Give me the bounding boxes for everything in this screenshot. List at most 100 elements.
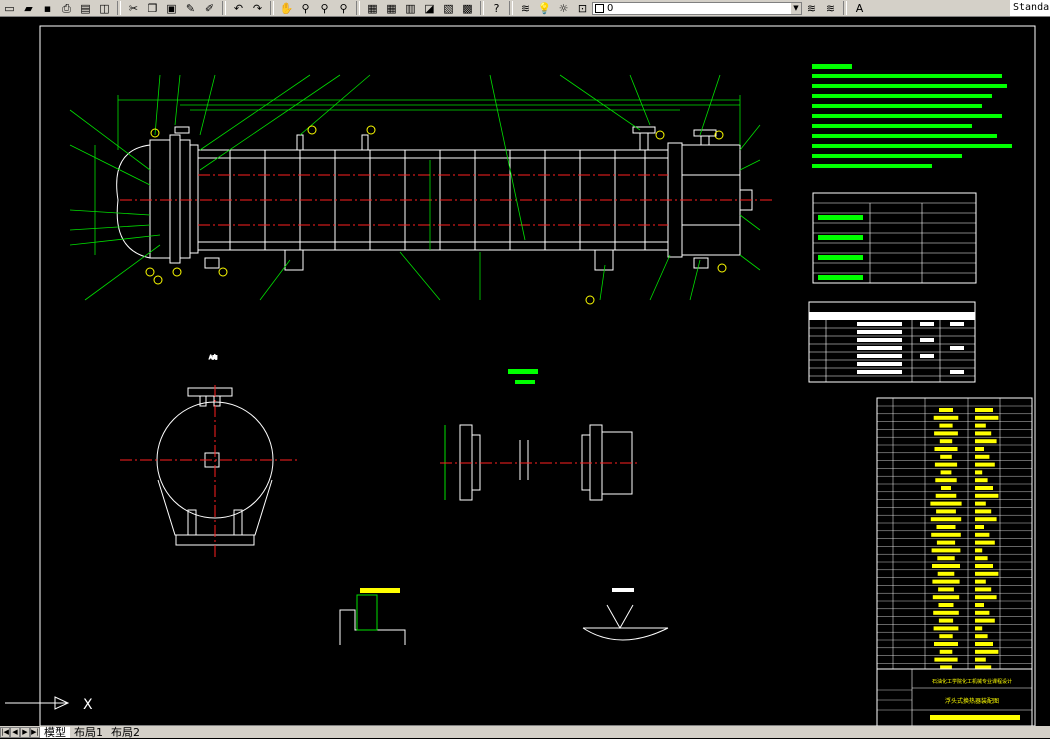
markup-icon[interactable]: ▧ [440, 1, 457, 16]
parts-list-cell [941, 486, 951, 490]
parts-list-cell [938, 603, 954, 607]
new-icon[interactable]: ▭ [1, 1, 18, 16]
last-tab-icon[interactable]: ▶| [30, 726, 40, 738]
parts-list-cell [975, 517, 997, 522]
parts-list-cell [934, 657, 958, 662]
toolbar-separator [270, 1, 274, 15]
parts-list-cell [975, 509, 992, 514]
tool-palettes-icon[interactable]: ▥ [402, 1, 419, 16]
text-style-dropdown[interactable]: Standard [1010, 0, 1050, 16]
layer-previous-icon[interactable]: ≋ [822, 1, 839, 16]
design-center-icon[interactable]: ▦ [383, 1, 400, 16]
saddle-support-left [284, 249, 304, 271]
parts-list-cell [975, 408, 993, 412]
parts-list-cell [975, 626, 983, 631]
parts-list-cell [933, 626, 959, 631]
parts-list-cell [939, 423, 953, 428]
parts-list-cell [937, 571, 955, 576]
tab-layout2[interactable]: 布局2 [107, 727, 144, 738]
parts-list-cell [931, 548, 961, 553]
left-head [116, 144, 151, 259]
parts-list-cell [975, 587, 992, 592]
parts-list-cell [975, 486, 993, 490]
technical-notes [812, 64, 1012, 168]
parts-list-cell [934, 447, 958, 451]
save-icon[interactable]: ▪ [39, 1, 56, 16]
parts-list-cell [975, 447, 984, 451]
nozzle-table [808, 301, 976, 383]
prev-tab-icon[interactable]: ◀ [10, 726, 20, 738]
svg-text:A向: A向 [209, 354, 217, 361]
parts-list-cell [975, 657, 986, 662]
chevron-down-icon[interactable]: ▼ [791, 2, 801, 14]
left-flange [169, 134, 181, 264]
parts-list-cell [975, 532, 990, 537]
preview-icon[interactable]: ▤ [77, 1, 94, 16]
drawing-canvas[interactable]: 石油化工学院化工机械专业课程设计 浮头式换热器装配图 A向 X [0, 17, 1050, 727]
parts-list-cell [975, 556, 988, 561]
match-properties-icon[interactable]: ✎ [182, 1, 199, 16]
text-style-icon[interactable]: A [851, 1, 868, 16]
parts-list-cell [975, 470, 983, 475]
toolbar-separator [509, 1, 513, 15]
properties-icon[interactable]: ▦ [364, 1, 381, 16]
parts-list-cell [938, 587, 954, 592]
print-icon[interactable]: ⎙ [58, 1, 75, 16]
tab-model[interactable]: 模型 [40, 726, 70, 738]
parts-list-cell [975, 478, 988, 483]
layer-lock-icon[interactable]: ⊡ [574, 1, 591, 16]
copy-icon[interactable]: ❐ [144, 1, 161, 16]
parts-list-cell [975, 603, 984, 607]
main-elevation-view [116, 126, 753, 271]
flange-detail [444, 369, 633, 501]
pan-icon[interactable]: ✋ [278, 1, 295, 16]
parts-list-cell [937, 556, 955, 561]
zoom-realtime-icon[interactable]: ⚲ [297, 1, 314, 16]
parts-list-cell [975, 431, 992, 436]
calculator-icon[interactable]: ▩ [459, 1, 476, 16]
parts-list-cell [975, 564, 993, 568]
parts-list-cell [934, 431, 958, 436]
part-balloons [145, 125, 727, 305]
parts-list-cell [975, 548, 983, 553]
left-channel-flange [149, 139, 171, 259]
layer-properties-icon[interactable]: ≋ [517, 1, 534, 16]
layer-dropdown[interactable]: 0 ▼ [592, 1, 802, 15]
parts-list-cell [932, 564, 960, 568]
redo-icon[interactable]: ↷ [249, 1, 266, 16]
parts-list-cell [975, 642, 993, 646]
parts-list [876, 397, 1033, 670]
next-tab-icon[interactable]: ▶ [20, 726, 30, 738]
sheet-set-icon[interactable]: ◪ [421, 1, 438, 16]
zoom-window-icon[interactable]: ⚲ [316, 1, 333, 16]
toolbar-separator [843, 1, 847, 15]
title-block: 石油化工学院化工机械专业课程设计 浮头式换热器装配图 [876, 668, 1033, 727]
layer-on-icon[interactable]: 💡 [536, 1, 553, 16]
parts-list-cell [975, 634, 988, 639]
parts-list-cell [975, 571, 999, 576]
parts-list-cell [938, 618, 954, 623]
tab-layout1[interactable]: 布局1 [70, 727, 107, 738]
open-icon[interactable]: ▰ [20, 1, 37, 16]
main-centerlines [120, 174, 775, 226]
block-editor-icon[interactable]: ✐ [201, 1, 218, 16]
help-icon[interactable]: ? [488, 1, 505, 16]
publish-icon[interactable]: ◫ [96, 1, 113, 16]
parts-list-cell [975, 579, 986, 584]
cut-icon[interactable]: ✂ [125, 1, 142, 16]
weld-detail-2 [582, 588, 669, 641]
parts-list-cell [975, 525, 984, 529]
paste-icon[interactable]: ▣ [163, 1, 180, 16]
zoom-previous-icon[interactable]: ⚲ [335, 1, 352, 16]
make-layer-current-icon[interactable]: ≋ [803, 1, 820, 16]
parts-list-cell [975, 423, 986, 428]
end-view-centerlines [120, 385, 300, 560]
parts-list-cell [936, 540, 956, 545]
layer-freeze-icon[interactable]: ☼ [555, 1, 572, 16]
undo-icon[interactable]: ↶ [230, 1, 247, 16]
parts-list-cell [933, 610, 959, 615]
parts-list-cell [934, 462, 958, 467]
first-tab-icon[interactable]: |◀ [0, 726, 10, 738]
parts-list-cell [975, 501, 986, 506]
parts-list-cell [939, 408, 953, 412]
